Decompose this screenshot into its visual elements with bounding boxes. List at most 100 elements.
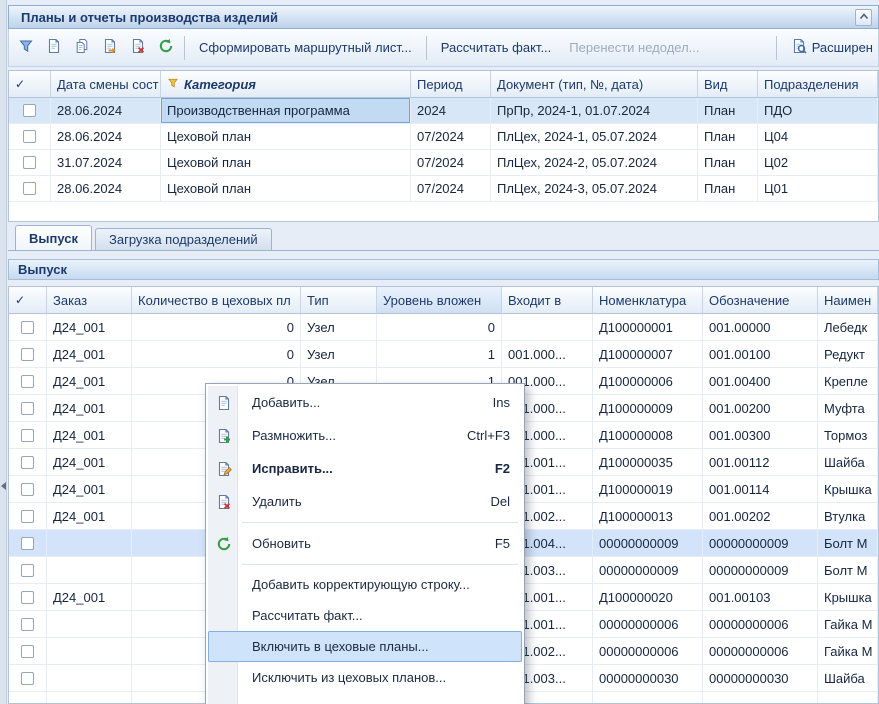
section-title: Выпуск (18, 262, 67, 277)
table-cell: Узел (301, 314, 377, 340)
table-cell: Д100000009 (593, 395, 703, 421)
tab-zagruzka-podrazdelenij[interactable]: Загрузка подразделений (95, 228, 272, 250)
row-checkbox[interactable] (21, 510, 34, 523)
row-checkbox[interactable] (23, 130, 36, 143)
table-row[interactable]: 28.06.2024Цеховой план07/2024ПлЦех, 2024… (9, 176, 878, 202)
column-header-quantity-shop-plans[interactable]: Количество в цеховых пл (132, 287, 301, 314)
menu-item-add-correction-row[interactable]: Добавить корректирующую строку... (208, 569, 522, 600)
new-document-button[interactable] (40, 35, 67, 61)
row-checkbox[interactable] (21, 375, 34, 388)
column-header-naimenovanie[interactable]: Наимен (818, 287, 878, 314)
table-cell (703, 692, 818, 703)
column-label: Документ (тип, №, дата) (497, 77, 643, 92)
table-row[interactable]: 31.07.2024Цеховой план07/2024ПлЦех, 2024… (9, 150, 878, 176)
column-label: Дата смены сост (57, 77, 159, 92)
row-checkbox[interactable] (21, 564, 34, 577)
table-cell: Д24_001 (47, 503, 132, 529)
delete-document-button[interactable] (124, 35, 151, 61)
column-header-period[interactable]: Период (411, 71, 491, 98)
carry-over-backlog-button[interactable]: Перенести недодел... (560, 36, 708, 59)
row-checkbox[interactable] (21, 672, 34, 685)
table-cell: Узел (301, 341, 377, 367)
row-checkbox[interactable] (21, 618, 34, 631)
checkbox-cell (9, 314, 47, 340)
table-cell: План (698, 150, 758, 175)
menu-item-shortcut: Del (490, 494, 510, 509)
menu-item-calculate-fact[interactable]: Рассчитать факт... (208, 600, 522, 631)
column-label: Номенклатура (599, 293, 686, 308)
column-header-check[interactable]: ✓ (9, 71, 51, 98)
column-label: Категория (184, 77, 256, 92)
grid-body: 28.06.2024Производственная программа2024… (9, 98, 878, 221)
column-header-vhodit-v[interactable]: Входит в (502, 287, 593, 314)
row-checkbox[interactable] (23, 104, 36, 117)
copy-document-button[interactable] (68, 35, 95, 61)
advanced-button-label: Расширен (812, 40, 873, 55)
checkbox-cell (9, 584, 47, 610)
table-row[interactable]: 28.06.2024Производственная программа2024… (9, 98, 878, 124)
column-label: Заказ (53, 293, 87, 308)
table-row[interactable]: Д24_0010Узел0Д100000001001.00000Лебедк (9, 314, 878, 341)
menu-item-delete[interactable]: УдалитьDel (208, 485, 522, 518)
table-cell: 001.00103 (703, 584, 818, 610)
row-checkbox[interactable] (21, 483, 34, 496)
row-checkbox[interactable] (21, 321, 34, 334)
checkbox-cell (9, 150, 51, 175)
collapse-panel-button[interactable] (855, 9, 872, 26)
menu-item-refresh[interactable]: ОбновитьF5 (208, 527, 522, 560)
row-checkbox[interactable] (21, 402, 34, 415)
tab-vypusk[interactable]: Выпуск (15, 225, 92, 250)
table-row[interactable]: Д24_0010Узел1001.000...Д100000007001.001… (9, 341, 878, 368)
filter-button[interactable] (12, 35, 39, 61)
table-cell: Производственная программа (161, 98, 411, 123)
column-header-vid[interactable]: Вид (698, 71, 758, 98)
column-header-podrazdeleniya[interactable]: Подразделения (758, 71, 878, 98)
menu-item-edit[interactable]: Исправить...F2 (208, 452, 522, 485)
row-checkbox[interactable] (23, 182, 36, 195)
column-header-nomenklatura[interactable]: Номенклатура (593, 287, 703, 314)
panel-title: Планы и отчеты производства изделий (21, 10, 278, 25)
row-checkbox[interactable] (23, 156, 36, 169)
column-header-check[interactable]: ✓ (9, 287, 47, 314)
table-cell: Д24_001 (47, 368, 132, 394)
row-checkbox[interactable] (21, 537, 34, 550)
row-checkbox[interactable] (21, 591, 34, 604)
checkbox-cell (9, 530, 47, 556)
form-route-sheet-button[interactable]: Сформировать маршрутный лист... (190, 36, 421, 59)
menu-item-add[interactable]: Добавить...Ins (208, 386, 522, 419)
column-header-document[interactable]: Документ (тип, №, дата) (491, 71, 698, 98)
menu-item-duplicate[interactable]: Размножить...Ctrl+F3 (208, 419, 522, 452)
toolbar: Сформировать маршрутный лист... Рассчита… (8, 29, 879, 67)
column-header-category[interactable]: Категория (161, 71, 411, 98)
column-header-date-change[interactable]: Дата смены сост (51, 71, 161, 98)
table-cell (502, 314, 593, 340)
row-checkbox[interactable] (21, 429, 34, 442)
row-checkbox[interactable] (21, 456, 34, 469)
column-header-zakaz[interactable]: Заказ (47, 287, 132, 314)
row-checkbox[interactable] (21, 348, 34, 361)
table-cell: Цеховой план (161, 150, 411, 175)
menu-item-exclude-from-shop-plans[interactable]: Исключить из цеховых планов... (208, 662, 522, 693)
calculate-fact-button[interactable]: Рассчитать факт... (432, 36, 561, 59)
table-cell: План (698, 124, 758, 149)
column-header-tip[interactable]: Тип (301, 287, 377, 314)
table-cell: 07/2024 (411, 176, 491, 201)
table-cell: 00000000006 (703, 638, 818, 664)
table-row[interactable]: 28.06.2024Цеховой план07/2024ПлЦех, 2024… (9, 124, 878, 150)
table-cell: Цеховой план (161, 124, 411, 149)
advanced-button[interactable]: Расширен (782, 34, 875, 61)
column-header-oboznachenie[interactable]: Обозначение (703, 287, 818, 314)
refresh-button[interactable] (152, 35, 179, 61)
refresh-icon (158, 38, 174, 57)
collapse-left-arrow-icon[interactable] (1, 482, 6, 490)
row-checkbox[interactable] (21, 645, 34, 658)
table-cell: Лебедк (818, 314, 878, 340)
table-cell: 2024 (411, 98, 491, 123)
left-splitter-bar[interactable] (0, 0, 7, 704)
column-header-nesting-level[interactable]: Уровень вложен (377, 287, 502, 314)
export-document-button[interactable] (96, 35, 123, 61)
panel-titlebar: Планы и отчеты производства изделий (8, 5, 879, 29)
column-label: Обозначение (709, 293, 789, 308)
menu-item-include-in-shop-plans[interactable]: Включить в цеховые планы... (208, 631, 522, 662)
menu-item-label: Исправить... (252, 461, 483, 476)
